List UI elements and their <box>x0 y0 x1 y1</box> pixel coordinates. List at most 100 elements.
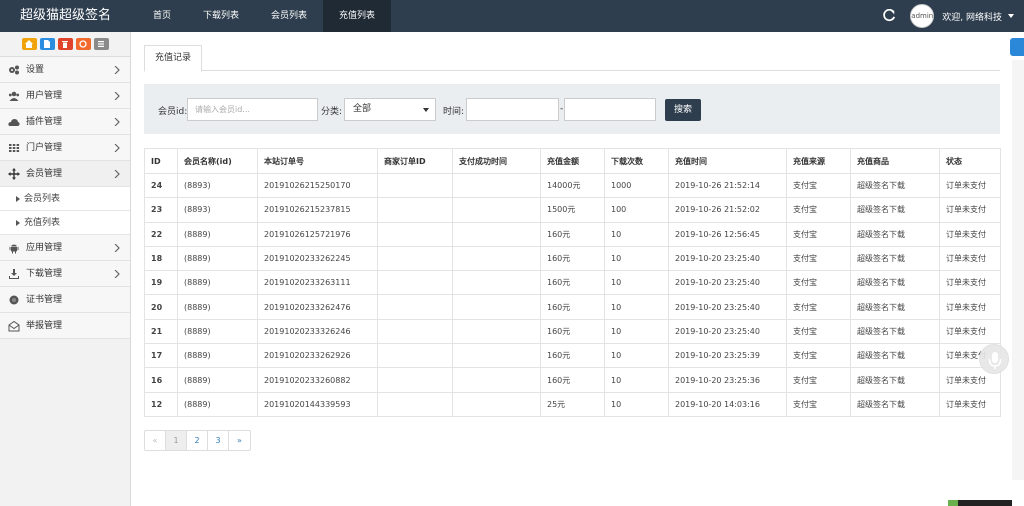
chevron-right-icon <box>114 170 120 178</box>
table-cell: 支付宝 <box>786 318 851 345</box>
col-header-product[interactable]: 充值商品 <box>850 148 940 174</box>
col-header-member[interactable]: 会员名称(id) <box>177 148 258 174</box>
category-select-value: 全部 <box>353 104 372 114</box>
table-row[interactable]: 17 (8889) 20191020233262926 160元 10 2019-10-2… <box>144 343 1001 369</box>
pagination-page-1[interactable]: 1 <box>166 431 187 450</box>
grid-icon <box>9 144 20 152</box>
topnav-member-list[interactable]: 会员列表 <box>255 0 323 32</box>
pagination-next[interactable]: » <box>229 431 250 450</box>
table-cell: (8889) <box>177 391 258 417</box>
table-row[interactable]: 24 (8893) 20191026215250170 14000元 1000 2019-… <box>144 172 1001 199</box>
table-cell: 10 <box>604 343 669 369</box>
sidebar-item-apps[interactable]: 应用管理 <box>0 235 130 261</box>
table-cell <box>377 197 453 223</box>
table-cell <box>377 367 453 393</box>
page-scrollbar[interactable] <box>1012 60 1024 480</box>
table-row[interactable]: 22 (8889) 20191026125721976 160元 10 2019-10-2… <box>144 221 1001 247</box>
table-cell <box>452 270 541 296</box>
table-cell: 20191026125721976 <box>257 221 378 247</box>
table-cell: 超级签名下载 <box>850 245 940 272</box>
pagination-prev[interactable]: « <box>145 431 166 450</box>
table-cell <box>452 367 541 393</box>
home-icon[interactable] <box>21 38 37 50</box>
avatar[interactable]: admin <box>910 4 935 28</box>
brand-title[interactable]: 超级猫超级签名 <box>0 0 131 32</box>
main-content: 充值记录 会员id: 请输入会员id... 分类: 全部 时间: - 搜索 ID… <box>131 32 1024 506</box>
table-row[interactable]: 18 (8889) 20191020233262245 160元 10 2019-10-2… <box>144 245 1001 272</box>
sidebar-item-portal[interactable]: 门户管理 <box>0 135 130 161</box>
time-label: 时间: <box>443 107 465 117</box>
col-header-recharge-time[interactable]: 充值时间 <box>668 148 787 174</box>
top-nav: 首页 下载列表 会员列表 充值列表 <box>137 0 392 32</box>
sidebar-item-settings[interactable]: 设置 <box>0 57 130 83</box>
table-row[interactable]: 23 (8893) 20191026215237815 1500元 100 2019-10… <box>144 197 1001 223</box>
chevron-right-icon <box>114 118 120 126</box>
trash-icon[interactable] <box>57 38 73 50</box>
table-row[interactable]: 20 (8889) 20191020233262476 160元 10 2019-10-2… <box>144 294 1001 320</box>
table-row[interactable]: 21 (8889) 20191020233326246 160元 10 2019-10-2… <box>144 318 1001 345</box>
end-time-input[interactable] <box>564 98 656 121</box>
col-header-merchant-order[interactable]: 商家订单ID <box>377 148 453 174</box>
pagination-page-2[interactable]: 2 <box>187 431 208 450</box>
android-icon <box>9 244 19 254</box>
sidebar-item-label: 用户管理 <box>26 91 63 101</box>
sidebar-item-users[interactable]: 用户管理 <box>0 83 130 109</box>
sidebar-subitem-recharge-list[interactable]: 充值列表 <box>0 211 130 235</box>
table-row[interactable]: 16 (8889) 20191020233260882 160元 10 2019-10-2… <box>144 367 1001 393</box>
col-header-order-no[interactable]: 本站订单号 <box>257 148 378 174</box>
welcome-user-menu[interactable]: 欢迎, 网络科技 <box>942 10 1002 23</box>
filter-panel: 会员id: 请输入会员id... 分类: 全部 时间: - 搜索 <box>144 84 1000 134</box>
col-header-status[interactable]: 状态 <box>939 148 1001 174</box>
sidebar-item-members[interactable]: 会员管理 <box>0 161 130 187</box>
category-select[interactable]: 全部 <box>344 98 436 121</box>
table-cell: 超级签名下载 <box>850 172 940 199</box>
table-cell: 支付宝 <box>786 221 851 247</box>
start-time-input[interactable] <box>466 98 559 121</box>
table-cell: 23 <box>144 197 178 223</box>
table-cell: 100 <box>604 197 669 223</box>
move-icon <box>8 168 20 180</box>
search-button[interactable]: 搜索 <box>665 99 702 121</box>
table-cell: 10 <box>604 270 669 296</box>
table-cell <box>452 197 541 223</box>
table-cell: 160元 <box>540 318 605 345</box>
topnav-download-list[interactable]: 下载列表 <box>187 0 255 32</box>
topnav-home[interactable]: 首页 <box>137 0 187 32</box>
table-cell: 支付宝 <box>786 245 851 272</box>
table-cell: 超级签名下载 <box>850 270 940 296</box>
table-cell: 10 <box>604 318 669 345</box>
sidebar-item-label: 设置 <box>26 65 45 75</box>
sidebar-subitem-member-list[interactable]: 会员列表 <box>0 187 130 211</box>
sidebar-item-reports[interactable]: 举报管理 <box>0 313 130 339</box>
table-cell: 超级签名下载 <box>850 221 940 247</box>
sidebar-item-plugins[interactable]: 插件管理 <box>0 109 130 135</box>
sidebar-item-certificates[interactable]: 证书管理 <box>0 287 130 313</box>
col-header-id[interactable]: ID <box>144 148 178 174</box>
col-header-source[interactable]: 充值来源 <box>786 148 851 174</box>
translate-tool-icon[interactable] <box>1010 38 1024 56</box>
col-header-amount[interactable]: 充值金额 <box>540 148 605 174</box>
microphone-icon[interactable] <box>979 344 1009 374</box>
table-row[interactable]: 12 (8889) 20191020144339593 25元 10 2019-10-20… <box>144 391 1001 417</box>
col-header-paid-time[interactable]: 支付成功时间 <box>452 148 541 174</box>
table-cell: 2019-10-26 21:52:14 <box>668 172 787 199</box>
download-icon <box>9 269 19 279</box>
table-cell: (8889) <box>177 343 258 369</box>
pagination-page-3[interactable]: 3 <box>208 431 229 450</box>
table-cell: 订单未支付 <box>939 197 1001 223</box>
col-header-downloads[interactable]: 下载次数 <box>604 148 669 174</box>
tab-recharge-records[interactable]: 充值记录 <box>144 45 203 72</box>
cloud-icon <box>8 119 20 126</box>
table-cell <box>452 318 541 345</box>
list-icon[interactable] <box>93 38 109 50</box>
users-icon <box>8 91 20 101</box>
sidebar-item-downloads[interactable]: 下载管理 <box>0 261 130 287</box>
topnav-recharge-list[interactable]: 充值列表 <box>323 0 392 32</box>
recycle-icon[interactable] <box>75 38 91 50</box>
member-id-input[interactable]: 请输入会员id... <box>187 98 318 121</box>
table-cell: 160元 <box>540 343 605 369</box>
chevron-down-icon[interactable] <box>1008 14 1014 18</box>
table-row[interactable]: 19 (8889) 20191020233263111 160元 10 2019-10-2… <box>144 270 1001 296</box>
refresh-icon[interactable] <box>882 9 896 23</box>
file-icon[interactable] <box>39 38 55 50</box>
